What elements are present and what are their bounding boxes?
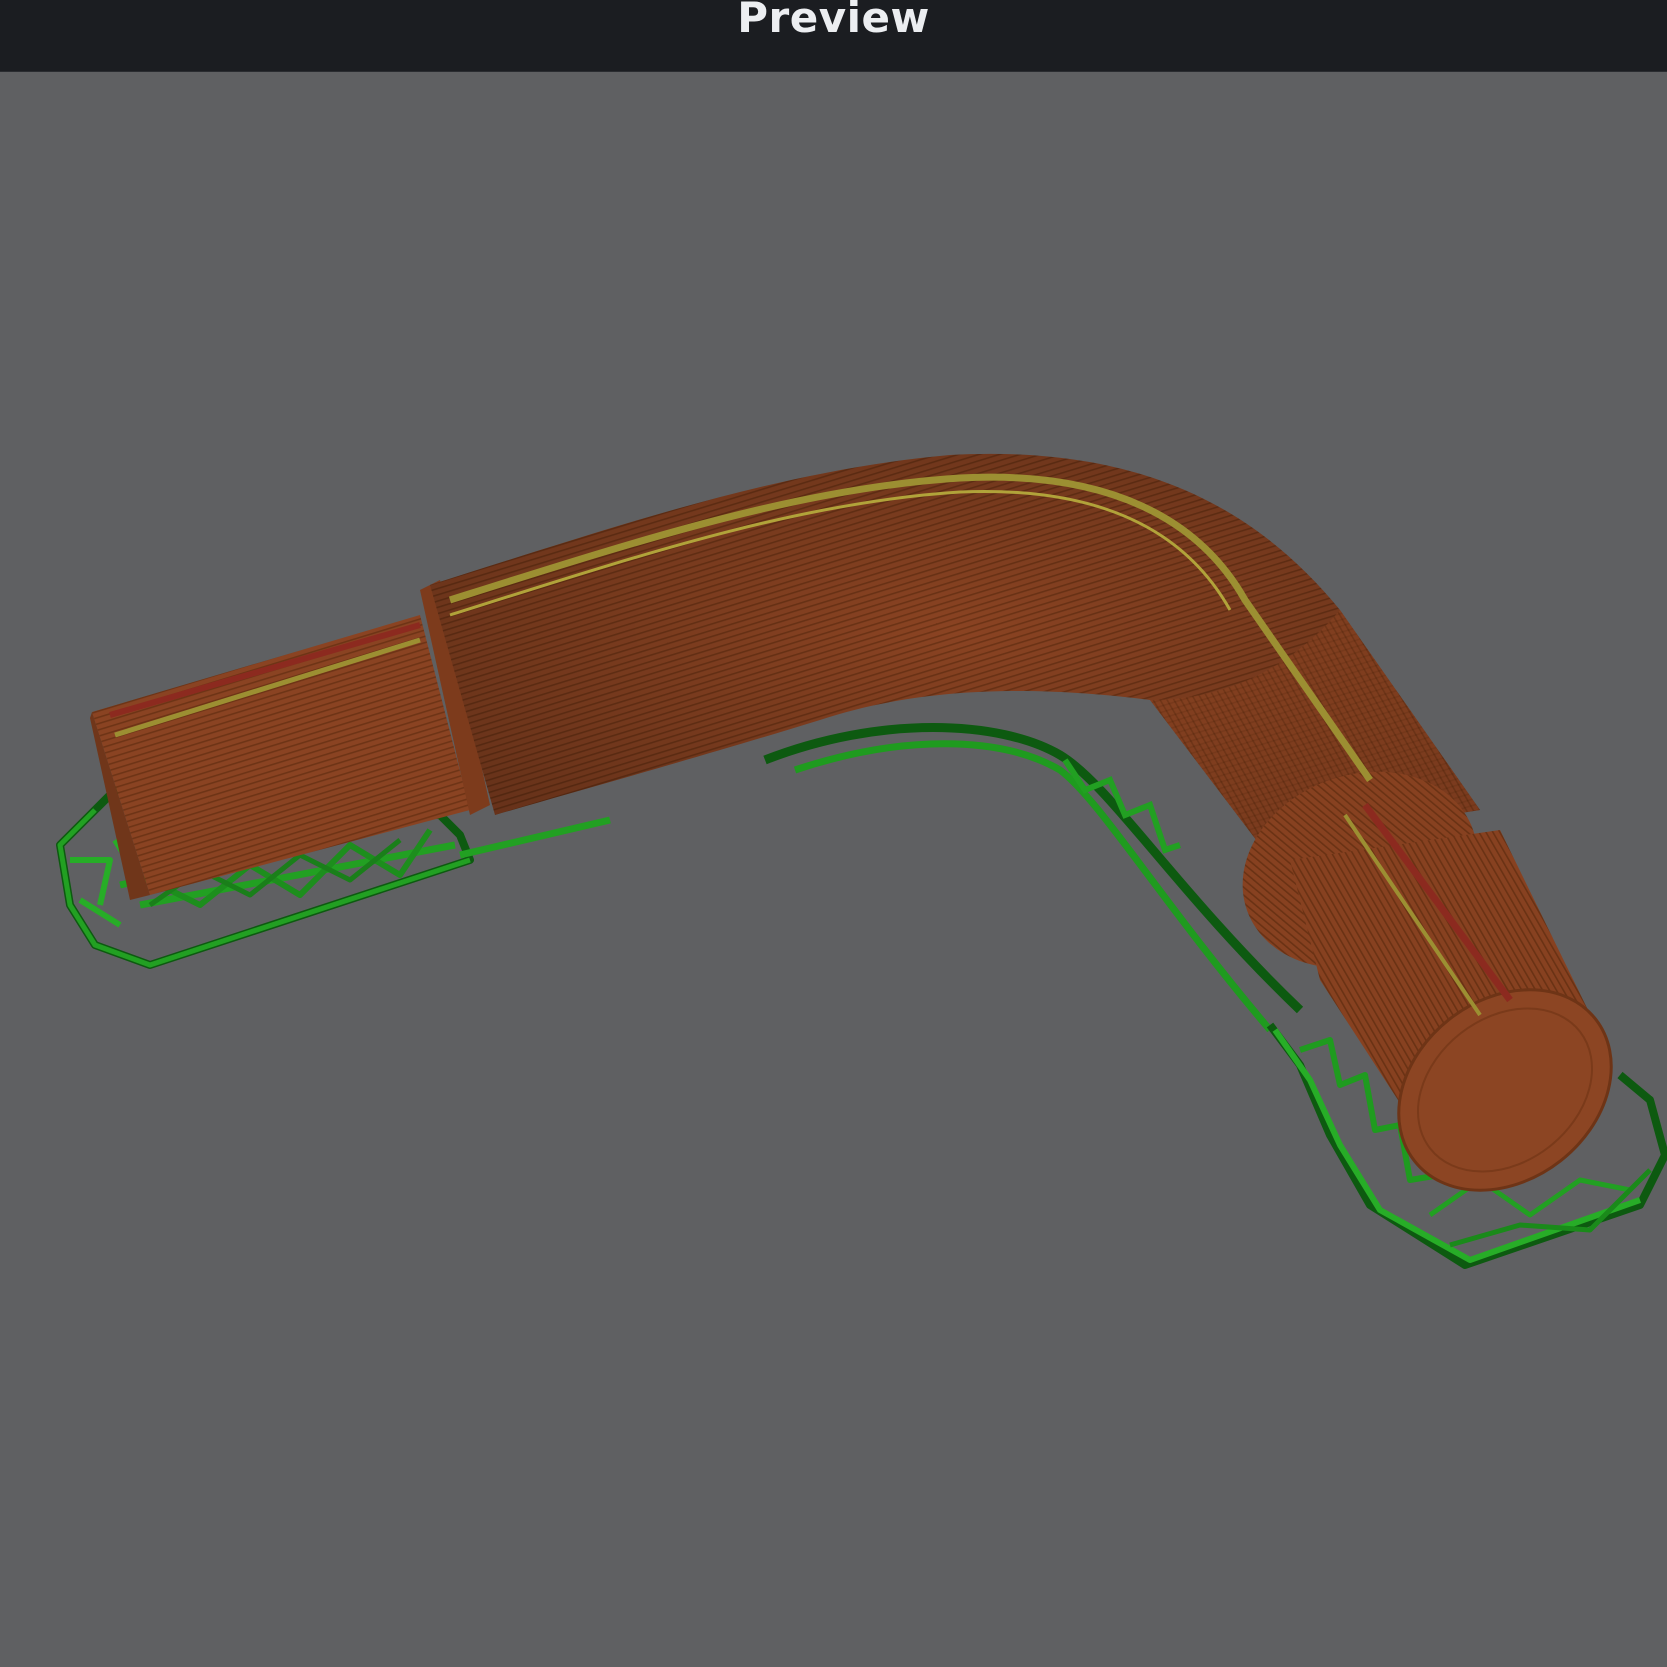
gcode-preview-canvas[interactable] xyxy=(0,72,1667,1667)
3d-preview-viewport[interactable] xyxy=(0,72,1667,1667)
printed-part xyxy=(90,453,1613,1192)
title-bar: Preview xyxy=(0,0,1667,72)
preview-window: Preview xyxy=(0,0,1667,1667)
window-title: Preview xyxy=(737,0,930,42)
